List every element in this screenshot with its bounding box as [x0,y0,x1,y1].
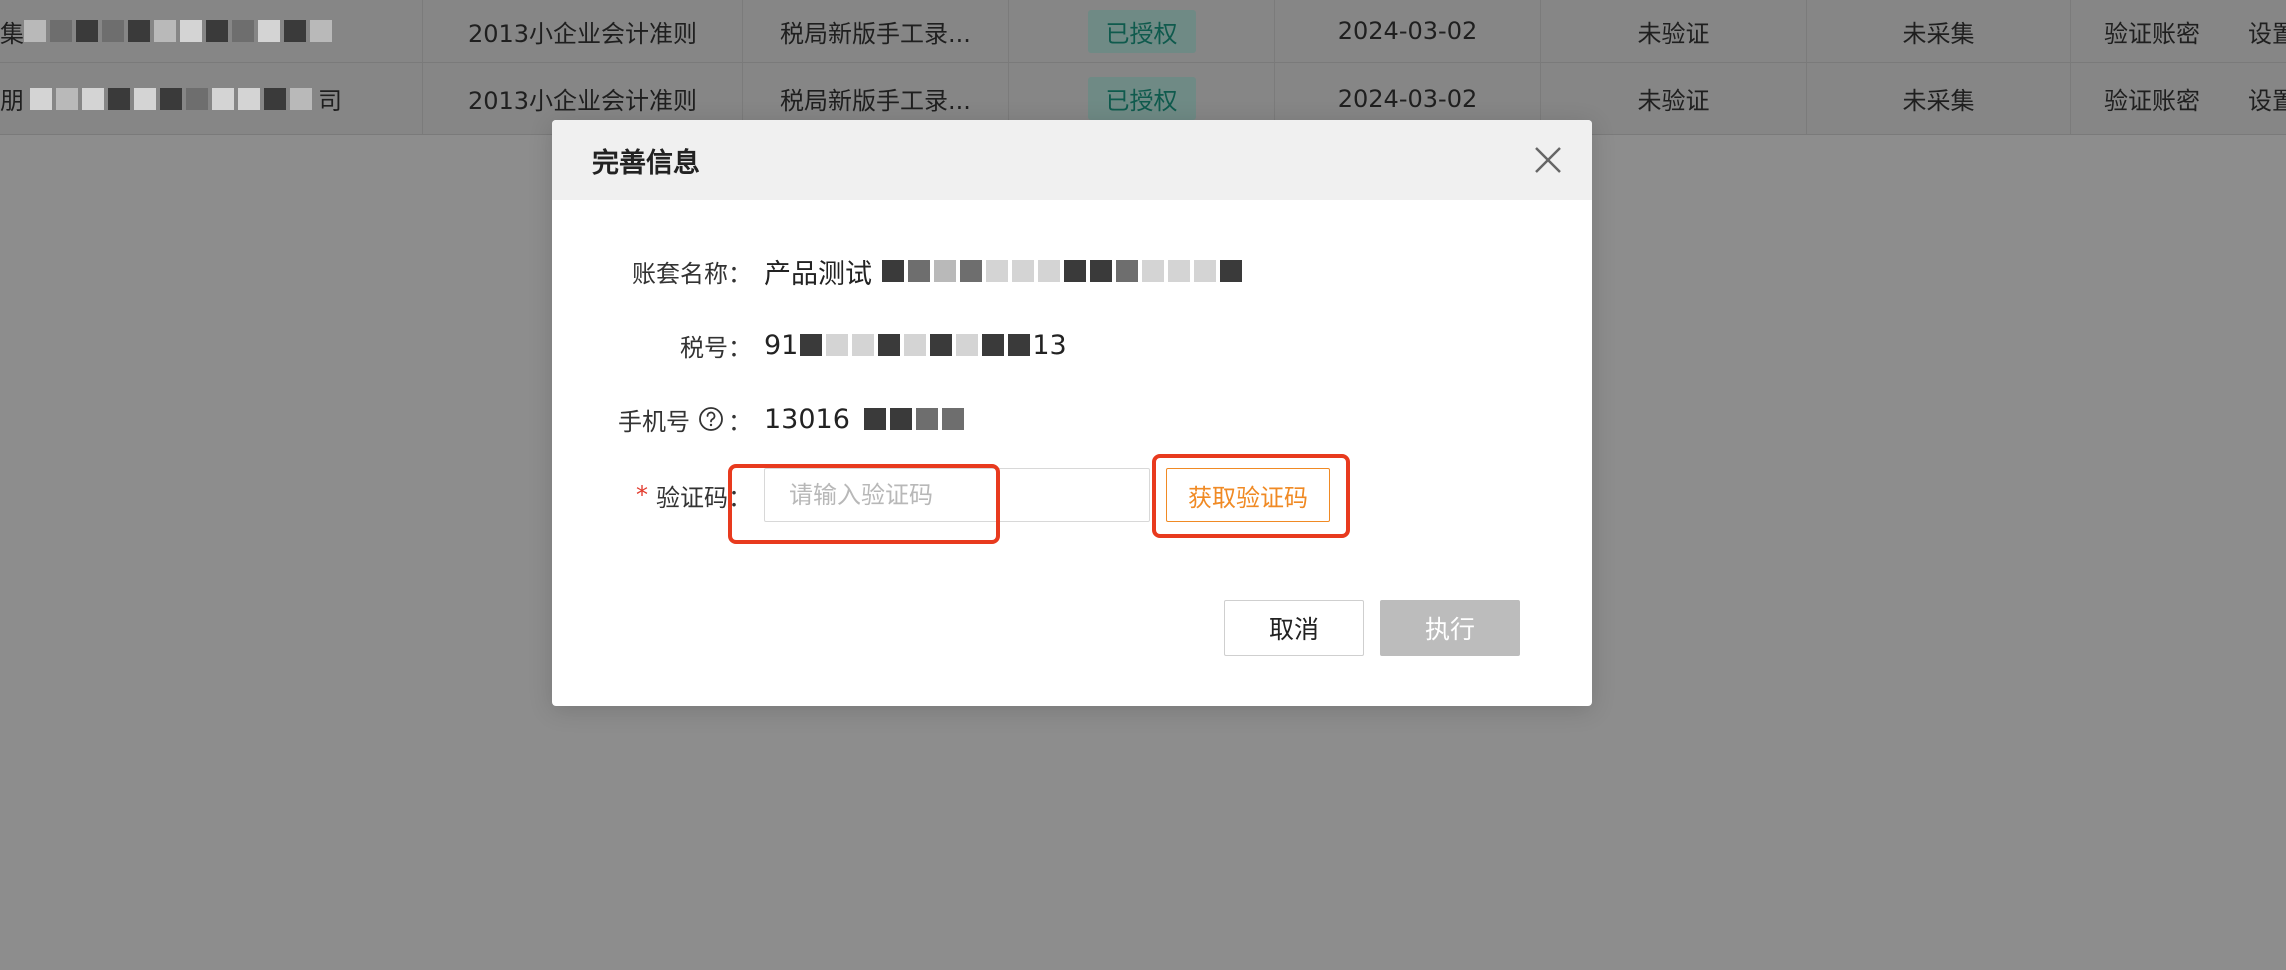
phone-label-colon: ： [728,407,752,436]
verification-code-label-text: 验证码： [656,483,752,512]
question-circle-icon[interactable] [698,406,724,432]
complete-info-dialog: 完善信息 账套名称： 产品测试 税号： 91 13 手机号 ： 13016 * … [552,120,1592,706]
phone-number-text: 13016 [764,403,850,435]
dialog-title: 完善信息 [592,147,700,179]
settings-link[interactable]: 设置 [2248,14,2286,49]
verification-code-input[interactable] [764,468,1150,522]
company-name-cell: 朋 司 [0,63,423,134]
phone-label-text: 手机号 [618,407,690,436]
tax-number-suffix: 13 [1032,329,1067,361]
redacted-phone-number [863,408,964,430]
tax-number-prefix: 91 [764,329,799,361]
verify-credentials-link[interactable]: 验证账密 [2104,14,2200,49]
company-name-suffix: 司 [318,87,342,115]
redacted-tax-number [800,334,1031,356]
dialog-header: 完善信息 [552,120,1592,200]
auth-status-badge: 已授权 [1087,77,1196,120]
auth-status-cell: 已授权 [1009,0,1275,62]
redacted-account-name [882,260,1242,282]
account-name-row: 账套名称： 产品测试 [552,246,1592,296]
execute-button[interactable]: 执行 [1380,600,1520,656]
close-icon[interactable] [1528,140,1568,180]
company-name-prefix: 朋 [0,87,24,115]
company-name-prefix: 集 [0,19,24,48]
required-marker: * [636,481,648,509]
account-name-value: 产品测试 [764,252,1242,291]
phone-row: 手机号 ： 13016 [552,394,1592,444]
redacted-company-name [24,20,332,42]
data-source-cell: 税局新版手工录... [743,0,1009,62]
verify-credentials-link[interactable]: 验证账密 [2104,81,2200,116]
tax-number-value: 91 13 [764,330,1067,361]
collect-status-cell: 未采集 [1807,0,2071,62]
date-cell: 2024-03-02 [1275,0,1541,62]
tax-number-label: 税号： [680,333,752,362]
actions-cell: 验证账密 设置 [2071,0,2286,62]
accounting-standard-cell: 2013小企业会计准则 [423,0,743,62]
settings-link[interactable]: 设置 [2248,81,2286,116]
auth-status-badge: 已授权 [1087,9,1196,53]
collect-status-cell: 未采集 [1807,63,2071,134]
table-row: 集 2013小企业会计准则 税局新版手工录... 已授权 2024-03-02 … [0,0,2286,63]
verification-code-label: * 验证码： [636,478,752,513]
cancel-button[interactable]: 取消 [1224,600,1364,656]
verify-status-cell: 未验证 [1541,0,1807,62]
redacted-company-name [30,87,312,110]
account-name-text: 产品测试 [764,258,872,290]
phone-value: 13016 [764,404,964,435]
company-name-cell: 集 [0,0,423,62]
get-verification-code-button[interactable]: 获取验证码 [1166,468,1330,522]
verification-code-row: * 验证码： 获取验证码 [552,468,1592,522]
tax-number-row: 税号： 91 13 [552,320,1592,370]
account-name-label: 账套名称： [632,259,752,288]
phone-label: 手机号 ： [618,402,752,437]
actions-cell: 验证账密 设置 [2071,63,2286,134]
